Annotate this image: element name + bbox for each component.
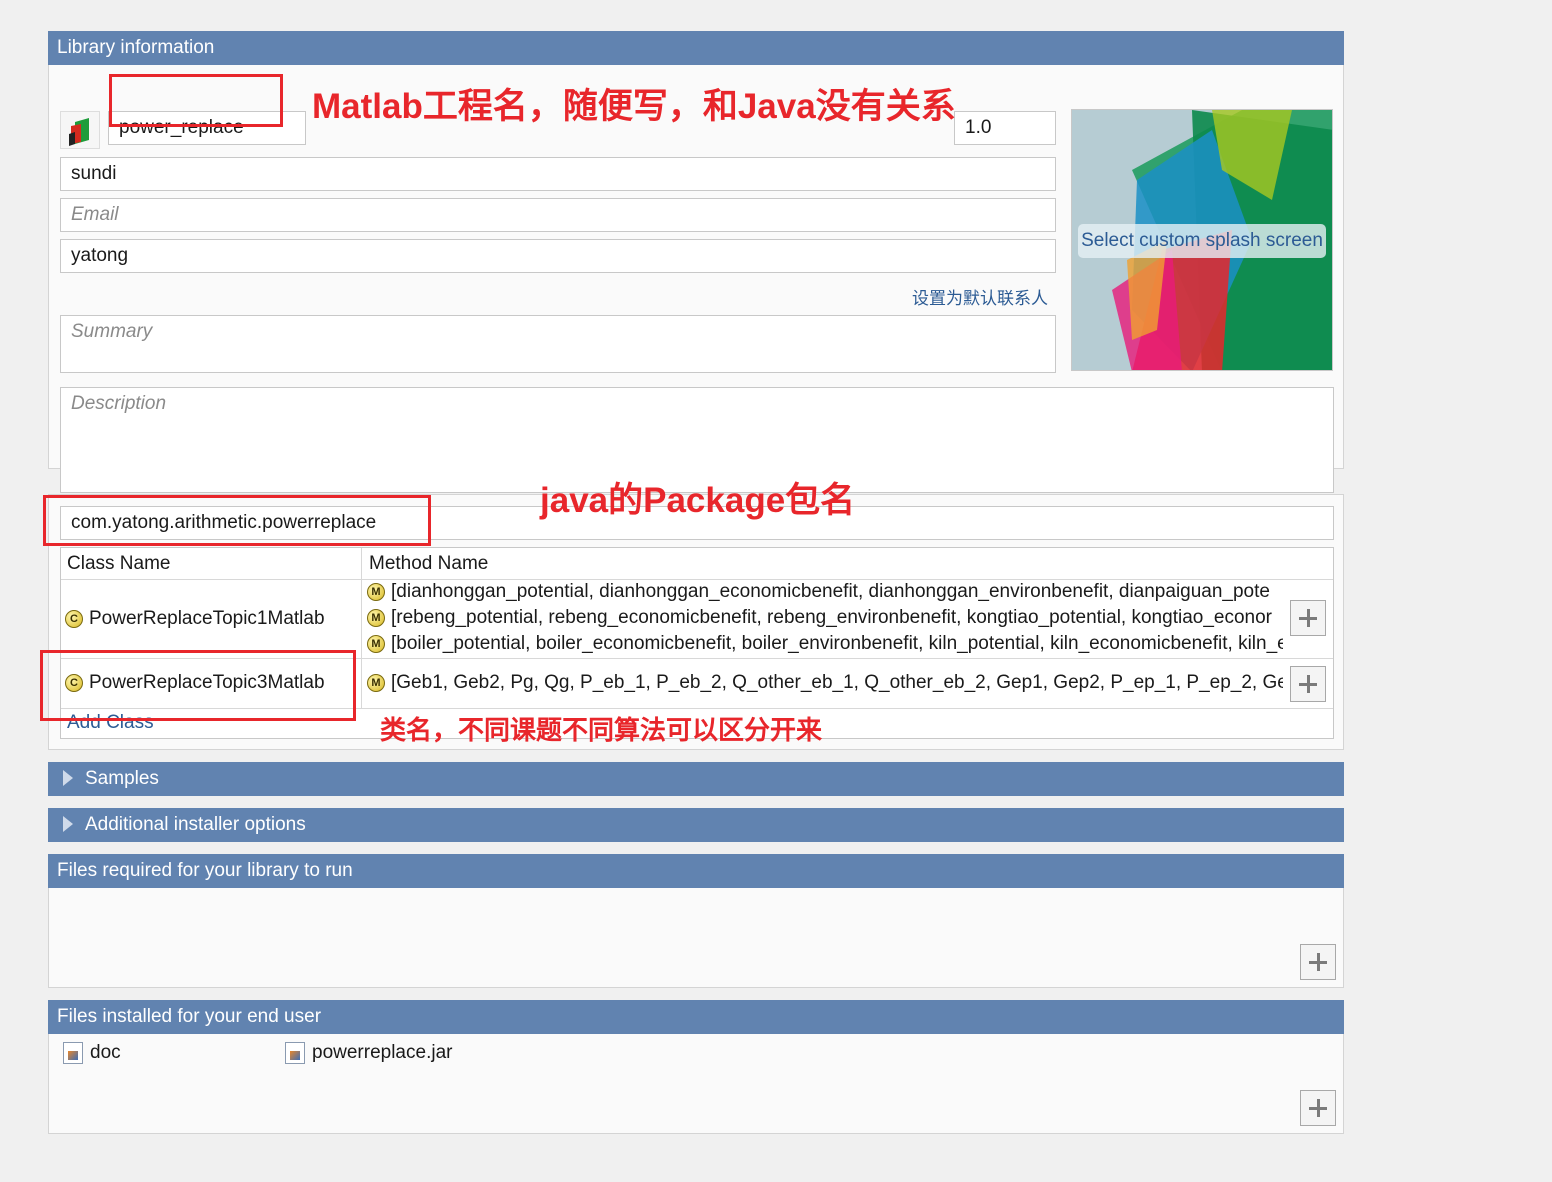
files-required-header: Files required for your library to run xyxy=(48,854,1344,888)
file-name: doc xyxy=(90,1042,121,1063)
method-list-item[interactable]: M [Geb1, Geb2, Pg, Qg, P_eb_1, P_eb_2, Q… xyxy=(367,670,1283,696)
version-input[interactable]: 1.0 xyxy=(954,111,1056,145)
method-icon: M xyxy=(367,609,385,627)
annotation-box-project-name xyxy=(109,74,283,127)
method-list-item[interactable]: M [boiler_potential, boiler_economicbene… xyxy=(367,631,1283,657)
method-text: [rebeng_potential, rebeng_economicbenefi… xyxy=(391,607,1272,628)
class-name-header: Class Name xyxy=(67,553,171,574)
installed-file-doc[interactable]: doc xyxy=(63,1042,121,1064)
author-input[interactable]: sundi xyxy=(60,157,1056,191)
method-list-item[interactable]: M [rebeng_potential, rebeng_economicbene… xyxy=(367,605,1283,631)
installed-file-jar[interactable]: powerreplace.jar xyxy=(285,1042,452,1064)
library-icon[interactable] xyxy=(60,111,100,149)
files-installed-panel: Files installed for your end user doc po… xyxy=(48,1000,1344,1134)
summary-input[interactable]: Summary xyxy=(60,315,1056,373)
method-text: [dianhonggan_potential, dianhonggan_econ… xyxy=(391,581,1270,602)
files-installed-header: Files installed for your end user xyxy=(48,1000,1344,1034)
table-row-class[interactable]: C PowerReplaceTopic1Matlab xyxy=(65,608,325,630)
annotation-box-package xyxy=(43,495,431,546)
installer-options-label: Additional installer options xyxy=(85,814,306,835)
annotation-java-package: java的Package包名 xyxy=(540,481,856,520)
method-text: [Geb1, Geb2, Pg, Qg, P_eb_1, P_eb_2, Q_o… xyxy=(391,672,1283,693)
annotation-box-class-name xyxy=(40,650,356,721)
class-name-text: PowerReplaceTopic1Matlab xyxy=(89,608,325,629)
select-splash-button[interactable]: Select custom splash screen xyxy=(1078,224,1326,258)
add-required-file-button[interactable] xyxy=(1300,944,1336,980)
library-information-header: Library information xyxy=(48,31,1344,65)
expand-triangle-icon xyxy=(63,816,73,832)
file-name: powerreplace.jar xyxy=(312,1042,453,1063)
file-icon xyxy=(285,1042,305,1064)
method-icon: M xyxy=(367,635,385,653)
method-text: [boiler_potential, boiler_economicbenefi… xyxy=(391,633,1283,654)
set-default-contact-link[interactable]: 设置为默认联系人 xyxy=(912,284,1048,309)
add-method-button[interactable] xyxy=(1290,666,1326,702)
splash-screen-image[interactable]: Select custom splash screen xyxy=(1071,109,1333,371)
installer-options-section[interactable]: Additional installer options xyxy=(48,808,1344,842)
company-input[interactable]: yatong xyxy=(60,239,1056,273)
expand-triangle-icon xyxy=(63,770,73,786)
samples-section[interactable]: Samples xyxy=(48,762,1344,796)
file-icon xyxy=(63,1042,83,1064)
class-icon: C xyxy=(65,610,83,628)
annotation-class-name: 类名，不同课题不同算法可以区分开来 xyxy=(380,715,823,745)
email-input[interactable]: Email xyxy=(60,198,1056,232)
method-icon: M xyxy=(367,674,385,692)
method-icon: M xyxy=(367,583,385,601)
method-name-header: Method Name xyxy=(369,553,489,574)
annotation-matlab-project: Matlab工程名，随便写，和Java没有关系 xyxy=(312,87,956,126)
add-method-button[interactable] xyxy=(1290,600,1326,636)
samples-label: Samples xyxy=(85,768,159,789)
files-required-panel: Files required for your library to run xyxy=(48,854,1344,988)
add-installed-file-button[interactable] xyxy=(1300,1090,1336,1126)
method-list-item[interactable]: M [dianhonggan_potential, dianhonggan_ec… xyxy=(367,579,1283,605)
